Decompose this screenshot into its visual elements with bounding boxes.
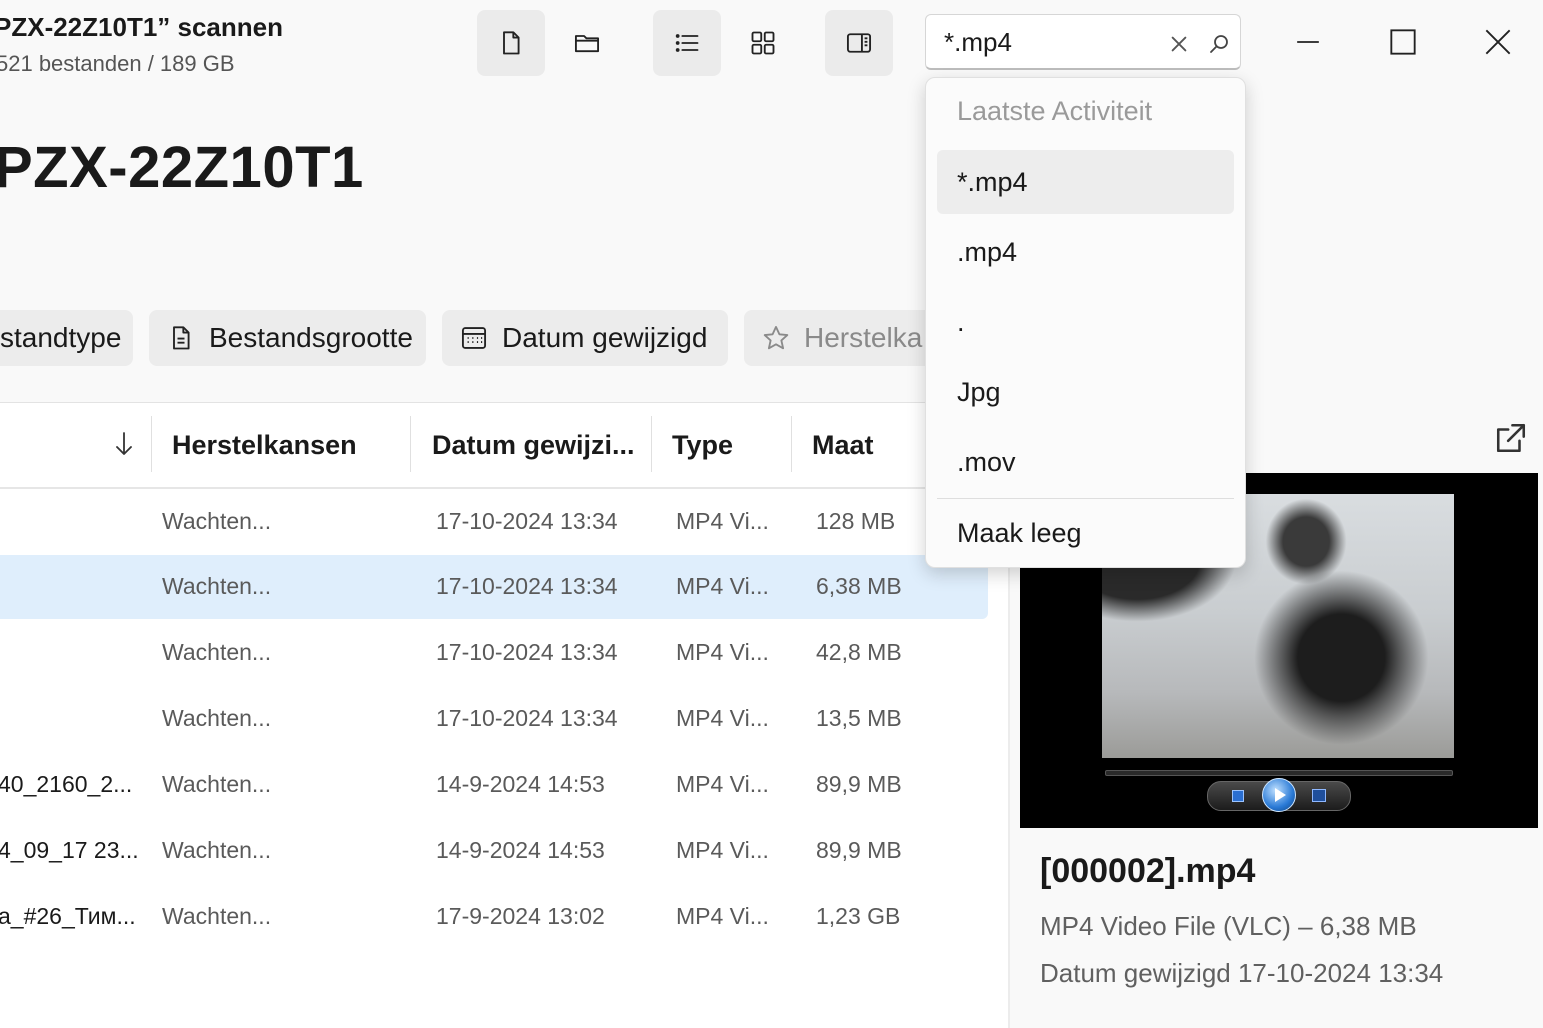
search-input[interactable] — [944, 25, 1144, 59]
cell-type: MP4 Vi... — [676, 771, 769, 797]
history-item[interactable]: .mp4 — [937, 220, 1234, 284]
grid-view-icon — [751, 31, 775, 55]
cell-size: 89,9 MB — [816, 837, 902, 863]
column-header-date[interactable]: Datum gewijzi... — [432, 430, 635, 461]
table-row[interactable]: Wachten... 17-10-2024 13:34 MP4 Vi... 42… — [0, 621, 988, 685]
stop-icon[interactable] — [1232, 790, 1244, 802]
list-view-button[interactable] — [653, 10, 721, 76]
table-row[interactable]: a_#26_Тим... Wachten... 17-9-2024 13:02 … — [0, 885, 988, 949]
cell-size: 42,8 MB — [816, 639, 902, 665]
filter-file-size[interactable]: Bestandsgrootte — [149, 310, 426, 366]
search-icon — [1210, 35, 1228, 53]
filter-label: standtype — [0, 322, 122, 353]
cell-recovery: Wachten... — [162, 771, 272, 797]
cell-date: 17-10-2024 13:34 — [436, 705, 618, 731]
dropdown-header: Laatste Activiteit — [957, 96, 1153, 126]
filter-recovery-chance[interactable]: Herstelka — [744, 310, 944, 366]
arrow-down-icon — [116, 432, 132, 455]
cell-date: 17-10-2024 13:34 — [436, 573, 618, 599]
maximize-button[interactable] — [1373, 12, 1433, 72]
page-title: PZX-22Z10T1 — [0, 135, 364, 200]
scan-title: PZX-22Z10T1” scannen — [0, 12, 283, 42]
clear-history-button[interactable]: Maak leeg — [937, 501, 1234, 565]
play-icon — [1275, 788, 1286, 802]
maximize-icon — [1390, 29, 1416, 55]
star-icon — [763, 325, 789, 350]
file-icon — [503, 31, 520, 55]
preview-pane-icon — [846, 33, 872, 53]
cell-size: 6,38 MB — [816, 573, 902, 599]
cell-date: 14-9-2024 14:53 — [436, 771, 605, 797]
history-item[interactable]: .mov — [937, 430, 1234, 494]
table-row-selected[interactable]: Wachten... 17-10-2024 13:34 MP4 Vi... 6,… — [0, 555, 988, 619]
cell-size: 1,23 GB — [816, 903, 901, 929]
search-history-dropdown: Laatste Activiteit *.mp4 .mp4 . Jpg .mov… — [925, 77, 1246, 568]
cell-recovery: Wachten... — [162, 573, 272, 599]
cell-recovery: Wachten... — [162, 508, 272, 534]
cell-recovery: Wachten... — [162, 903, 272, 929]
sort-direction-button[interactable] — [112, 430, 136, 463]
cell-type: MP4 Vi... — [676, 903, 769, 929]
preview-date-modified: Datum gewijzigd 17-10-2024 13:34 — [1040, 958, 1444, 988]
column-header-recovery[interactable]: Herstelkansen — [172, 430, 357, 461]
search-box[interactable] — [925, 14, 1241, 70]
table-row[interactable]: 4_09_17 23... Wachten... 14-9-2024 14:53… — [0, 819, 988, 883]
dropdown-divider — [937, 498, 1234, 499]
table-row[interactable]: Wachten... 17-10-2024 13:34 MP4 Vi... 12… — [0, 490, 988, 554]
history-item[interactable]: . — [937, 290, 1234, 354]
cell-date: 17-10-2024 13:34 — [436, 639, 618, 665]
table-row[interactable]: Wachten... 17-10-2024 13:34 MP4 Vi... 13… — [0, 687, 988, 751]
filter-date-modified[interactable]: Datum gewijzigd — [442, 310, 728, 366]
calendar-icon — [461, 327, 487, 349]
table-row[interactable]: 40_2160_2... Wachten... 14-9-2024 14:53 … — [0, 753, 988, 817]
video-seek-bar[interactable] — [1105, 770, 1453, 776]
open-external-button[interactable] — [1493, 420, 1529, 456]
close-window-button[interactable] — [1468, 12, 1528, 72]
play-button[interactable] — [1262, 778, 1296, 812]
open-external-icon — [1496, 423, 1526, 453]
cell-type: MP4 Vi... — [676, 508, 769, 534]
cell-date: 17-10-2024 13:34 — [436, 508, 618, 534]
filter-label: Datum gewijzigd — [502, 322, 708, 353]
preview-file-type: MP4 Video File (VLC) – 6,38 MB — [1040, 911, 1417, 941]
clear-search-button[interactable] — [1164, 29, 1194, 59]
document-icon — [173, 326, 190, 350]
filter-label: Bestandsgrootte — [209, 322, 413, 353]
cell-type: MP4 Vi... — [676, 573, 769, 599]
cell-type: MP4 Vi... — [676, 705, 769, 731]
close-icon — [1485, 29, 1511, 55]
cell-recovery: Wachten... — [162, 837, 272, 863]
cell-recovery: Wachten... — [162, 639, 272, 665]
cell-type: MP4 Vi... — [676, 837, 769, 863]
cell-size: 89,9 MB — [816, 771, 902, 797]
history-item[interactable]: Jpg — [937, 360, 1234, 424]
list-view-icon — [675, 34, 699, 52]
cell-size: 13,5 MB — [816, 705, 902, 731]
preview-pane-button[interactable] — [825, 10, 893, 76]
cell-date: 17-9-2024 13:02 — [436, 903, 605, 929]
cell-recovery: Wachten... — [162, 705, 272, 731]
search-button[interactable] — [1204, 29, 1234, 59]
close-icon — [1171, 36, 1187, 52]
history-item[interactable]: *.mp4 — [937, 150, 1234, 214]
minimize-button[interactable] — [1278, 12, 1338, 72]
cell-name: a_#26_Тим... — [0, 903, 136, 929]
column-header-size[interactable]: Maat — [812, 430, 874, 461]
minimize-icon — [1297, 41, 1319, 43]
cell-type: MP4 Vi... — [676, 639, 769, 665]
cell-date: 14-9-2024 14:53 — [436, 837, 605, 863]
grid-view-button[interactable] — [729, 10, 797, 76]
filter-label: Herstelka — [804, 322, 923, 353]
folder-icon — [574, 35, 600, 53]
cell-size: 128 MB — [816, 508, 896, 534]
filter-file-type[interactable]: standtype — [0, 310, 133, 366]
cell-name: 40_2160_2... — [0, 771, 133, 797]
preview-file-name: [000002].mp4 — [1040, 852, 1256, 890]
file-view-button[interactable] — [477, 10, 545, 76]
fullscreen-icon[interactable] — [1312, 789, 1326, 802]
column-header-type[interactable]: Type — [672, 430, 733, 461]
folder-view-button[interactable] — [553, 10, 621, 76]
scan-subtitle: 521 bestanden / 189 GB — [0, 51, 235, 76]
cell-name: 4_09_17 23... — [0, 837, 139, 863]
